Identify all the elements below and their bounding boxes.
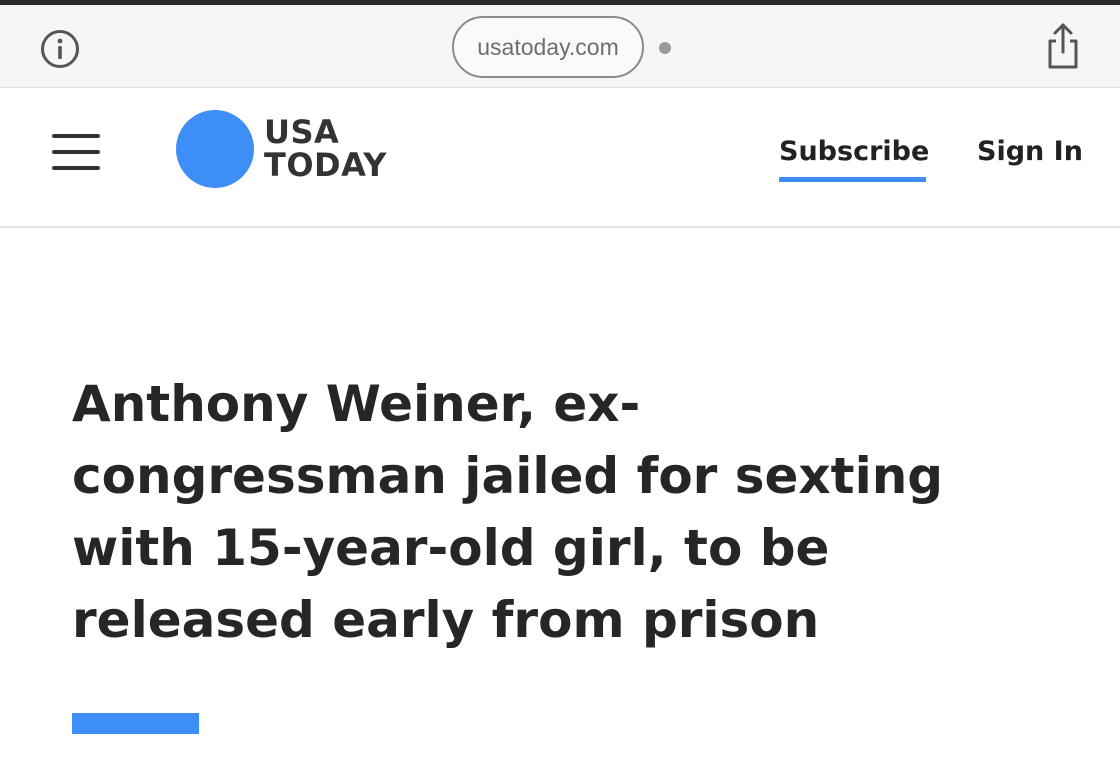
sign-in-link[interactable]: Sign In bbox=[977, 136, 1083, 167]
headline-line: congressman jailed for sexting bbox=[72, 447, 944, 505]
headline-line: released early from prison bbox=[72, 591, 820, 649]
info-icon[interactable] bbox=[40, 29, 80, 69]
hamburger-menu-icon[interactable] bbox=[52, 134, 100, 172]
site-header: USA TODAY Subscribe Sign In bbox=[0, 88, 1120, 228]
logo-wordmark: USA TODAY bbox=[264, 116, 387, 182]
page-loading-dot bbox=[659, 42, 671, 54]
headline-line: Anthony Weiner, ex- bbox=[72, 375, 641, 433]
subscribe-underline bbox=[779, 177, 926, 182]
logo-circle-icon bbox=[176, 110, 254, 188]
browser-toolbar: usatoday.com bbox=[0, 5, 1120, 88]
headline-accent-bar bbox=[72, 713, 199, 734]
address-bar[interactable]: usatoday.com bbox=[452, 16, 644, 78]
logo-line-usa: USA bbox=[264, 113, 340, 151]
subscribe-link[interactable]: Subscribe bbox=[779, 136, 929, 167]
url-text: usatoday.com bbox=[477, 33, 619, 60]
share-icon[interactable] bbox=[1043, 21, 1083, 71]
headline-line: with 15-year-old girl, to be bbox=[72, 519, 830, 577]
usa-today-logo[interactable]: USA TODAY bbox=[176, 110, 387, 188]
article-headline: Anthony Weiner, ex- congressman jailed f… bbox=[72, 368, 1052, 656]
logo-line-today: TODAY bbox=[264, 146, 387, 184]
